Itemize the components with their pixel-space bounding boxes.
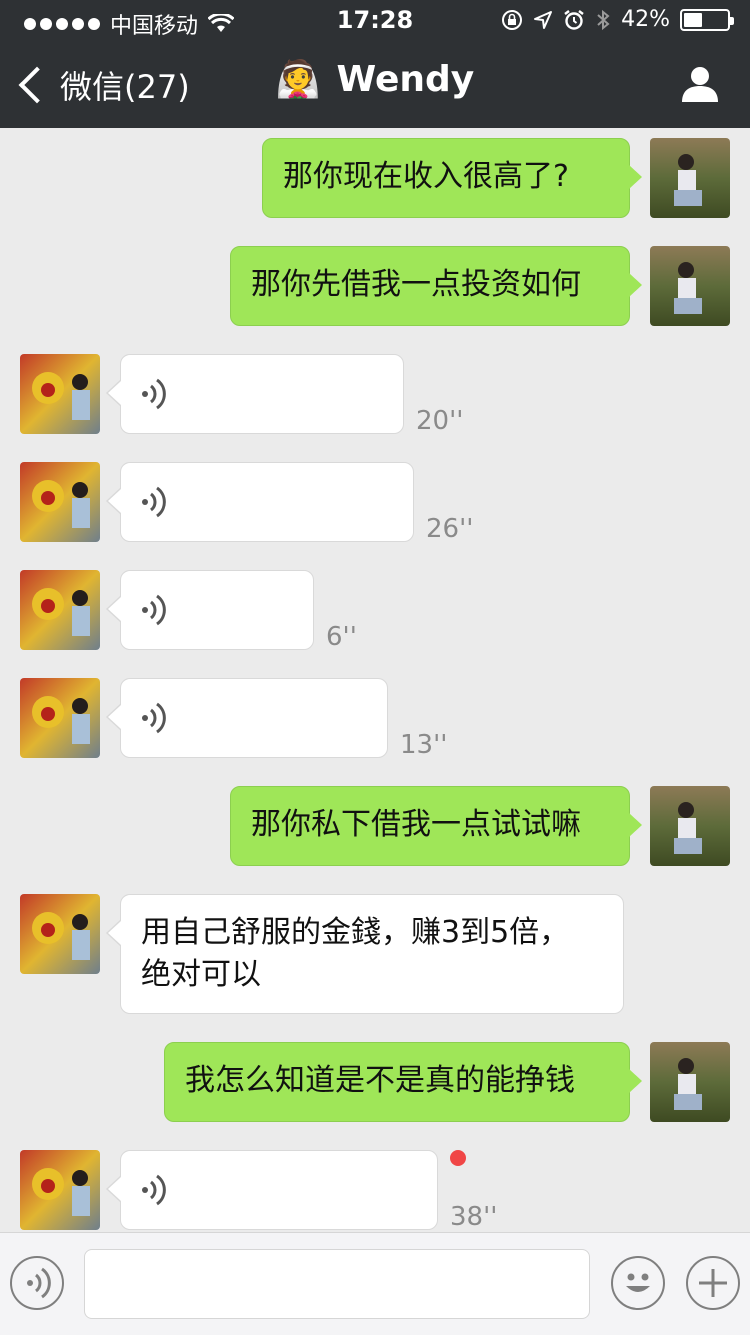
voice-wave-icon: [142, 594, 166, 626]
alarm-icon: [564, 9, 584, 30]
battery-percent: 42%: [621, 7, 670, 32]
outgoing-bubble[interactable]: 我怎么知道是不是真的能挣钱: [164, 1042, 642, 1122]
message-text-line-2: 绝对可以: [141, 957, 261, 992]
voice-wave-icon: [142, 378, 166, 410]
voice-message[interactable]: [106, 1150, 438, 1230]
voice-message[interactable]: [106, 462, 414, 542]
voice-message[interactable]: [106, 678, 388, 758]
voice-duration: 26'': [426, 514, 474, 544]
contact-avatar[interactable]: [20, 570, 100, 650]
voice-duration: 13'': [400, 730, 448, 760]
incoming-bubble[interactable]: 用自己舒服的金錢，赚3到5倍， 绝对可以: [106, 894, 624, 1014]
status-bar: 中国移动 17:28 42%: [0, 0, 750, 40]
my-avatar[interactable]: [650, 138, 730, 218]
contact-avatar[interactable]: [20, 678, 100, 758]
voice-wave-icon: [142, 702, 166, 734]
top-bar: 中国移动 17:28 42% 微信(27) 👰 Wendy: [0, 0, 750, 128]
my-avatar[interactable]: [650, 786, 730, 866]
contact-avatar[interactable]: [20, 462, 100, 542]
outgoing-bubble[interactable]: 那你私下借我一点试试嘛: [230, 786, 642, 866]
plus-icon: [699, 1269, 727, 1297]
rotation-lock-icon: [502, 9, 523, 30]
location-arrow-icon: [534, 10, 553, 29]
message-text: 那你私下借我一点试试嘛: [251, 807, 581, 842]
voice-message[interactable]: [106, 570, 314, 650]
unread-dot: [450, 1150, 466, 1166]
emoji-button[interactable]: [611, 1256, 665, 1310]
battery-icon: [680, 8, 734, 31]
contact-emoji: 👰: [275, 59, 321, 100]
message-input[interactable]: [84, 1249, 590, 1319]
contact-profile-icon[interactable]: [680, 64, 720, 104]
voice-input-button[interactable]: [10, 1256, 64, 1310]
voice-duration: 20'': [416, 406, 464, 436]
message-text: 那你现在收入很高了?: [283, 159, 569, 194]
contact-avatar[interactable]: [20, 354, 100, 434]
smiley-icon: [626, 1273, 650, 1292]
contact-avatar[interactable]: [20, 894, 100, 974]
chat-title: 👰 Wendy: [0, 58, 750, 101]
input-bar: [0, 1232, 750, 1335]
voice-message[interactable]: [106, 354, 404, 434]
message-text: 我怎么知道是不是真的能挣钱: [185, 1063, 575, 1098]
voice-wave-icon: [142, 1174, 166, 1206]
bluetooth-icon: [597, 9, 610, 30]
more-options-button[interactable]: [686, 1256, 740, 1310]
message-text: 那你先借我一点投资如何: [251, 267, 581, 302]
chat-messages[interactable]: 那你现在收入很高了? 那你先借我一点投资如何 20'' 26'' 6'' 13'…: [0, 128, 750, 1232]
voice-duration: 6'': [326, 622, 357, 652]
outgoing-bubble[interactable]: 那你先借我一点投资如何: [230, 246, 642, 326]
contact-name: Wendy: [336, 58, 475, 100]
my-avatar[interactable]: [650, 246, 730, 326]
voice-wave-icon: [27, 1267, 51, 1299]
message-text-line-1: 用自己舒服的金錢，赚3到5倍，: [141, 915, 570, 950]
outgoing-bubble[interactable]: 那你现在收入很高了?: [262, 138, 642, 218]
my-avatar[interactable]: [650, 1042, 730, 1122]
contact-avatar[interactable]: [20, 1150, 100, 1230]
navigation-bar: 微信(27) 👰 Wendy: [0, 40, 750, 128]
voice-duration: 38'': [450, 1202, 498, 1232]
voice-wave-icon: [142, 486, 166, 518]
